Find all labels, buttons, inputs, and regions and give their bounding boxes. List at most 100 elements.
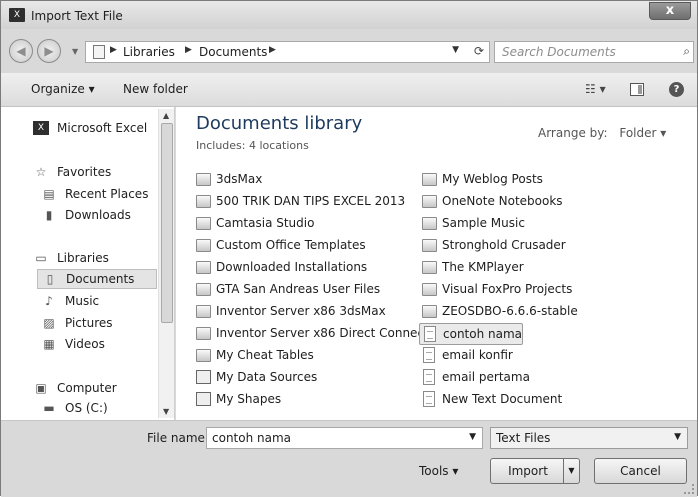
list-item[interactable]: Visual FoxPro Projects xyxy=(422,280,602,300)
list-item[interactable]: GTA San Andreas User Files xyxy=(196,280,386,300)
list-item-selected[interactable]: contoh nama xyxy=(419,323,523,345)
nav-item-label: Downloads xyxy=(65,208,131,222)
list-item[interactable]: email konfir xyxy=(422,346,602,366)
resize-grip-icon[interactable] xyxy=(684,484,694,494)
address-bar[interactable]: ▶ Libraries ▶ Documents ▶ ▼ ⟳ xyxy=(85,41,490,63)
list-item[interactable]: Sample Music xyxy=(422,214,602,234)
nav-item-downloads[interactable]: ▮ Downloads xyxy=(41,206,157,226)
nav-item-microsoft-excel[interactable]: X Microsoft Excel xyxy=(33,119,157,139)
list-item[interactable]: OneNote Notebooks xyxy=(422,192,602,212)
folder-icon xyxy=(422,217,437,230)
item-label: Sample Music xyxy=(442,216,525,230)
file-type-value: Text Files xyxy=(496,431,551,445)
list-item[interactable]: The KMPlayer xyxy=(422,258,602,278)
file-list-pane: Documents library Includes: 4 locations … xyxy=(176,107,697,420)
command-toolbar: Organize ▾ New folder ☷ ▾ ? xyxy=(1,73,697,107)
breadcrumb-separator-icon[interactable]: ▶ xyxy=(185,45,192,55)
list-item[interactable]: Camtasia Studio xyxy=(196,214,376,234)
list-item[interactable]: Inventor Server x86 3dsMax xyxy=(196,302,386,322)
breadcrumb-documents[interactable]: Documents xyxy=(199,45,267,59)
list-item[interactable]: New Text Document xyxy=(422,390,602,410)
nav-item-label: Videos xyxy=(65,337,105,351)
close-button[interactable]: x xyxy=(649,2,691,20)
item-label: Downloaded Installations xyxy=(216,260,368,274)
folder-icon xyxy=(196,349,211,362)
nav-item-os-c[interactable]: ▬ OS (C:) xyxy=(41,399,157,419)
nav-item-music[interactable]: ♪ Music xyxy=(41,292,157,312)
change-view-icon[interactable]: ☷ ▾ xyxy=(585,82,606,96)
organize-menu[interactable]: Organize ▾ xyxy=(31,82,95,96)
list-item[interactable]: Stronghold Crusader xyxy=(422,236,602,256)
list-item[interactable]: My Cheat Tables xyxy=(196,346,376,366)
arrange-by-value[interactable]: Folder ▾ xyxy=(619,126,666,140)
address-history-dropdown-icon[interactable]: ▼ xyxy=(452,45,459,55)
item-label: Inventor Server x86 Direct Connect xyxy=(216,326,429,340)
nav-item-label: OS (C:) xyxy=(65,401,108,415)
text-file-icon xyxy=(423,347,435,363)
list-item[interactable]: 3dsMax xyxy=(196,170,376,190)
documents-icon: ▯ xyxy=(46,272,54,286)
forward-button[interactable]: ▶ xyxy=(37,39,61,63)
list-item[interactable]: My Shapes xyxy=(196,390,376,410)
import-options-chevron-icon[interactable]: ▼ xyxy=(563,459,579,483)
text-file-icon xyxy=(423,369,435,385)
excel-app-icon: X xyxy=(9,8,25,22)
item-label: Custom Office Templates xyxy=(216,238,366,252)
nav-item-videos[interactable]: ▦ Videos xyxy=(41,335,157,355)
scroll-down-icon[interactable]: ▼ xyxy=(163,407,169,416)
nav-item-documents[interactable]: ▯ Documents xyxy=(37,269,157,289)
data-sources-icon xyxy=(196,370,211,384)
nav-item-pictures[interactable]: ▨ Pictures xyxy=(41,314,157,334)
list-item[interactable]: My Data Sources xyxy=(196,368,376,388)
item-label: OneNote Notebooks xyxy=(442,194,563,208)
nav-item-label: Music xyxy=(65,294,100,308)
list-item[interactable]: Inventor Server x86 Direct Connect xyxy=(196,324,429,344)
chevron-down-icon[interactable]: ▼ xyxy=(469,432,476,442)
folder-icon xyxy=(196,327,211,340)
breadcrumb-separator-icon[interactable]: ▶ xyxy=(269,45,276,55)
folder-icon xyxy=(422,239,437,252)
list-item[interactable]: Custom Office Templates xyxy=(196,236,376,256)
search-icon[interactable]: ⌕ xyxy=(683,44,690,59)
item-label: contoh nama xyxy=(443,327,523,341)
list-item[interactable]: 500 TRIK DAN TIPS EXCEL 2013 xyxy=(196,192,405,212)
nav-item-recent-places[interactable]: ▤ Recent Places xyxy=(41,185,157,205)
list-item[interactable]: email pertama xyxy=(422,368,602,388)
new-folder-button[interactable]: New folder xyxy=(123,82,188,96)
library-locations-link[interactable]: Includes: 4 locations xyxy=(196,139,309,152)
navigation-scrollbar[interactable]: ▲ ▼ xyxy=(158,109,174,418)
nav-item-computer[interactable]: ▣ Computer xyxy=(33,379,157,399)
import-button[interactable]: Import ▼ xyxy=(490,458,580,484)
libraries-icon: ▭ xyxy=(35,251,47,265)
back-button[interactable]: ◀ xyxy=(9,39,33,63)
item-label: email konfir xyxy=(442,348,513,362)
breadcrumb-libraries[interactable]: Libraries xyxy=(123,45,175,59)
item-label: The KMPlayer xyxy=(442,260,524,274)
cancel-button[interactable]: Cancel xyxy=(594,458,687,484)
nav-item-favorites[interactable]: ☆ Favorites xyxy=(33,163,157,183)
library-title: Documents library xyxy=(196,113,363,134)
recent-locations-dropdown-icon[interactable]: ▼ xyxy=(72,47,78,56)
list-item[interactable]: My Weblog Posts xyxy=(422,170,602,190)
arrange-by[interactable]: Arrange by: Folder ▾ xyxy=(538,126,666,140)
tools-menu[interactable]: Tools ▾ xyxy=(419,464,458,478)
breadcrumb-separator-icon[interactable]: ▶ xyxy=(110,45,117,55)
nav-item-label: Favorites xyxy=(57,165,112,179)
preview-pane-icon[interactable] xyxy=(630,83,644,96)
help-icon[interactable]: ? xyxy=(669,82,684,97)
folder-icon xyxy=(196,305,211,318)
list-item[interactable]: Downloaded Installations xyxy=(196,258,376,278)
chevron-down-icon[interactable]: ▼ xyxy=(674,432,681,442)
folder-icon xyxy=(422,195,437,208)
item-label: Visual FoxPro Projects xyxy=(442,282,573,296)
refresh-icon[interactable]: ⟳ xyxy=(474,44,484,58)
list-item[interactable]: ZEOSDBO-6.6.6-stable xyxy=(422,302,602,322)
file-name-value: contoh nama xyxy=(212,431,292,445)
scroll-up-icon[interactable]: ▲ xyxy=(163,111,169,120)
file-name-input[interactable]: contoh nama ▼ xyxy=(206,427,483,449)
scrollbar-thumb[interactable] xyxy=(161,123,173,323)
file-type-select[interactable]: Text Files ▼ xyxy=(490,427,688,449)
search-input[interactable]: Search Documents ⌕ xyxy=(494,41,694,63)
item-label: Stronghold Crusader xyxy=(442,238,566,252)
nav-item-libraries[interactable]: ▭ Libraries xyxy=(33,249,157,269)
